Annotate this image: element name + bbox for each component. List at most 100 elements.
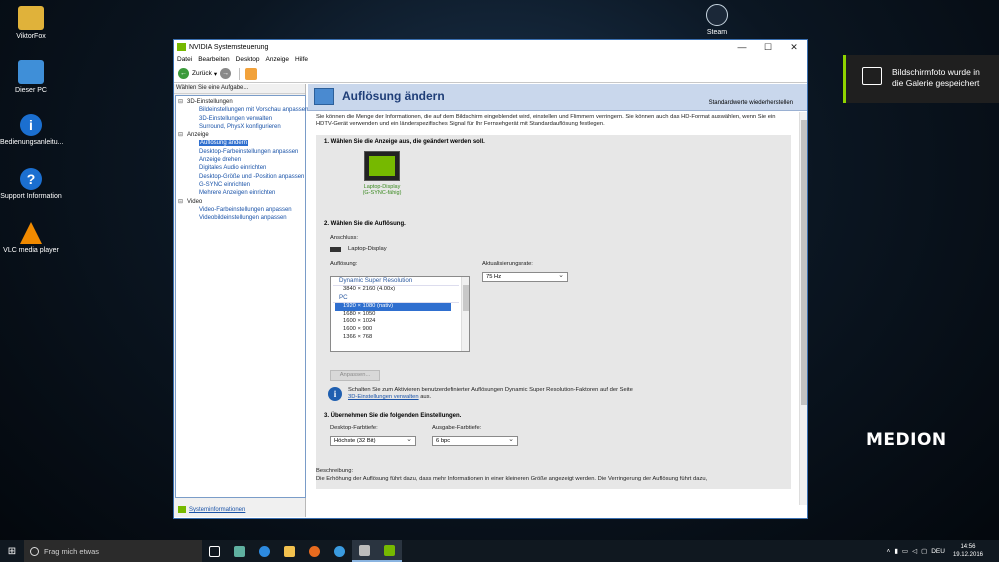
chevron-up-icon[interactable]: ˄: [887, 548, 891, 555]
tree-item[interactable]: Mehrere Anzeigen einrichten: [178, 189, 303, 197]
connection-value: Laptop-Display: [348, 246, 387, 253]
file-explorer-icon[interactable]: [277, 540, 302, 562]
display-resolution-icon: [314, 88, 334, 105]
output-depth-label: Ausgabe-Farbtiefe:: [432, 425, 482, 432]
tree-item[interactable]: Bildeinstellungen mit Vorschau anpassen: [178, 106, 308, 114]
connection-label: Anschluss:: [330, 235, 359, 242]
listbox-scrollbar[interactable]: [461, 277, 469, 352]
search-box[interactable]: Frag mich etwas: [24, 540, 202, 562]
menu-file[interactable]: Datei: [177, 56, 192, 63]
resolution-item[interactable]: 1600 × 900: [331, 326, 451, 334]
menu-desktop[interactable]: Desktop: [236, 56, 260, 63]
step1-heading: 1. Wählen Sie die Anzeige aus, die geänd…: [324, 139, 485, 146]
info-icon: i: [328, 387, 342, 402]
cortana-icon: [30, 546, 39, 556]
restore-defaults-link[interactable]: Standardwerte wiederherstellen: [709, 100, 793, 106]
resolution-item[interactable]: 3840 × 2160 (4.00x): [331, 286, 451, 294]
nvidia-taskbar-icon[interactable]: [377, 540, 402, 562]
back-button[interactable]: Zurück: [192, 70, 212, 77]
speaker-icon[interactable]: ◁: [912, 547, 917, 555]
snipping-tool-icon[interactable]: [352, 540, 377, 562]
content-pane: Auflösung ändern Standardwerte wiederher…: [308, 84, 807, 517]
resolution-item[interactable]: 1680 × 1050: [331, 311, 451, 319]
search-placeholder: Frag mich etwas: [44, 546, 100, 556]
input-language[interactable]: DEU: [931, 548, 945, 555]
list-group-dsr: Dynamic Super Resolution: [333, 277, 459, 287]
step2-heading: 2. Wählen Sie die Auflösung.: [324, 221, 406, 228]
home-icon[interactable]: [245, 67, 258, 80]
close-button[interactable]: ✕: [781, 42, 807, 53]
tree-item[interactable]: Desktop-Größe und -Position anpassen: [178, 173, 304, 181]
steam-icon: [706, 4, 728, 26]
forward-arrow-icon[interactable]: →: [220, 68, 232, 79]
resolution-item[interactable]: 1366 × 768: [331, 334, 451, 338]
title-bar[interactable]: NVIDIA Systemsteuerung — ☐ ✕: [174, 40, 807, 54]
nvidia-logo-icon: [369, 156, 395, 177]
notification-icon[interactable]: ▢: [921, 547, 927, 555]
desktop-icon-viktorfox[interactable]: ViktorFox: [0, 6, 62, 40]
tree-category-video[interactable]: Video: [178, 198, 303, 207]
desktop-icon-vlc[interactable]: VLC media player: [0, 222, 62, 254]
list-group-pc: PC: [333, 294, 459, 303]
internet-explorer-icon[interactable]: [327, 540, 352, 562]
screenshot-toast[interactable]: Bildschirmfoto wurde in die Galerie gesp…: [843, 55, 999, 103]
network-icon[interactable]: ▮: [894, 547, 898, 555]
task-panel: Wählen Sie eine Aufgabe... 3D-Einstellun…: [174, 84, 308, 517]
back-dropdown-icon[interactable]: ▾: [214, 70, 217, 78]
listbox-scroll-thumb[interactable]: [463, 285, 469, 312]
tree-item[interactable]: Anzeige drehen: [178, 156, 303, 164]
vlc-cone-icon: [20, 222, 42, 244]
tree-category-3d[interactable]: 3D-Einstellungen: [178, 98, 303, 107]
clock[interactable]: 14:56 19.12.2016: [953, 543, 983, 559]
connector-icon: [330, 247, 341, 253]
tree-item[interactable]: G-SYNC einrichten: [178, 181, 303, 189]
display-tile[interactable]: [364, 151, 400, 182]
task-header: Wählen Sie eine Aufgabe...: [174, 84, 305, 94]
folder-user-icon: [18, 6, 44, 30]
tree-item[interactable]: Digitales Audio einrichten: [178, 164, 303, 172]
tree-item[interactable]: Videobildeinstellungen anpassen: [178, 214, 303, 222]
menu-edit[interactable]: Bearbeiten: [198, 56, 229, 63]
resolution-listbox[interactable]: Dynamic Super Resolution 3840 × 2160 (4.…: [330, 276, 470, 353]
output-depth-select[interactable]: 6 bpc: [432, 435, 518, 447]
desktop-icon-manual[interactable]: i Bedienungsanleitu...: [0, 114, 63, 146]
desktop-icon-this-pc[interactable]: Dieser PC: [0, 60, 62, 94]
section-select-display: 1. Wählen Sie die Anzeige aus, die geänd…: [316, 135, 791, 218]
battery-icon[interactable]: ▭: [902, 547, 908, 555]
tree-item[interactable]: Surround, PhysX konfigurieren: [178, 123, 303, 131]
menu-help[interactable]: Hilfe: [295, 56, 308, 63]
edge-icon[interactable]: [252, 540, 277, 562]
info-icon: i: [20, 114, 42, 136]
system-info-link[interactable]: Systeminformationen: [178, 505, 245, 513]
task-view-icon[interactable]: [202, 540, 227, 562]
tree-item[interactable]: 3D-Einstellungen verwalten: [178, 115, 303, 123]
window-title: NVIDIA Systemsteuerung: [189, 43, 269, 51]
firefox-icon[interactable]: [302, 540, 327, 562]
toolbar: ← Zurück ▾ →: [174, 65, 807, 83]
menu-display[interactable]: Anzeige: [266, 56, 290, 63]
tree-item[interactable]: Desktop-Farbeinstellungen anpassen: [178, 148, 303, 156]
tree-item[interactable]: Video-Farbeinstellungen anpassen: [178, 206, 303, 214]
desktop-depth-select[interactable]: Höchste (32 Bit): [330, 435, 416, 447]
page-title: Auflösung ändern: [342, 89, 445, 103]
page-scrollbar[interactable]: [799, 112, 807, 505]
toast-text: Bildschirmfoto wurde in die Galerie gesp…: [892, 67, 980, 88]
refresh-rate-select[interactable]: 75 Hz: [482, 271, 568, 283]
maximize-button[interactable]: ☐: [755, 42, 781, 53]
resolution-item-selected[interactable]: 1920 × 1080 (nativ): [335, 302, 451, 311]
desktop-icon-support[interactable]: ? Support Information: [0, 168, 62, 200]
manage-3d-settings-link[interactable]: 3D-Einstellungen verwalten: [348, 394, 419, 400]
windows-start-icon[interactable]: ⊞: [0, 546, 24, 557]
system-tray: ˄ ▮ ▭ ◁ ▢ DEU 14:56 19.12.2016: [883, 540, 983, 562]
customize-button[interactable]: Anpassen...: [330, 370, 380, 382]
resolution-item[interactable]: 1600 × 1024: [331, 318, 451, 326]
desktop-icon-steam[interactable]: Steam: [686, 4, 748, 36]
back-arrow-icon[interactable]: ←: [178, 68, 189, 79]
nvidia-icon: [177, 43, 186, 51]
page-scroll-thumb[interactable]: [801, 120, 807, 405]
task-tree: 3D-Einstellungen Bildeinstellungen mit V…: [175, 95, 308, 498]
tree-category-display[interactable]: Anzeige: [178, 131, 303, 140]
edge-alt-icon[interactable]: [227, 540, 252, 562]
minimize-button[interactable]: —: [729, 42, 755, 52]
tree-item-selected[interactable]: Auflösung ändern: [178, 139, 303, 147]
